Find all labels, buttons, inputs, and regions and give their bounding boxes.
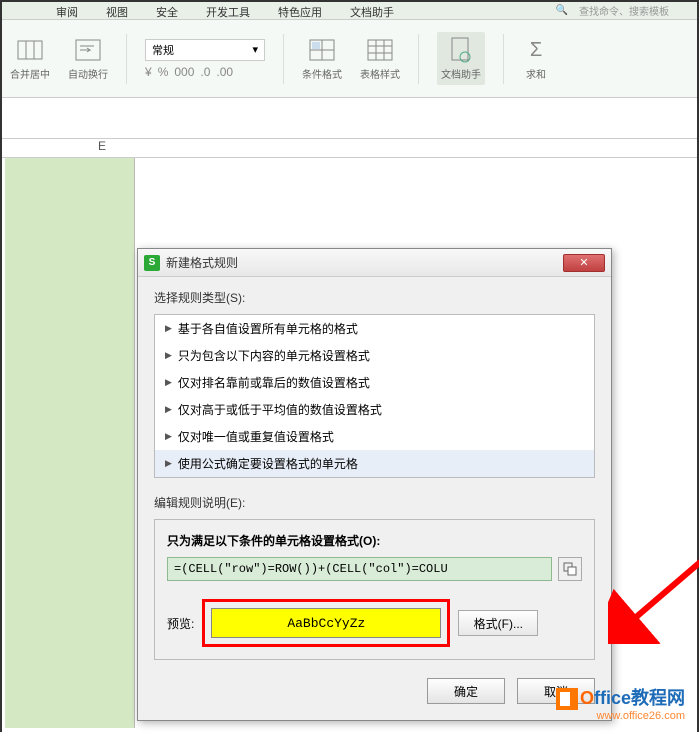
arrow-icon: ▶ — [165, 377, 172, 388]
separator — [126, 34, 127, 84]
preview-row: 预览: AaBbCcYyZz 格式(F)... — [167, 599, 582, 647]
tab-security[interactable]: 安全 — [152, 2, 182, 19]
search-icon: 🔍 — [552, 3, 572, 18]
percent-icon[interactable]: % — [158, 65, 169, 79]
number-format-group: 常规 ▾ ¥ % 000 .0 .00 — [145, 39, 265, 79]
tab-view[interactable]: 视图 — [102, 2, 132, 19]
rule-item-4[interactable]: ▶仅对唯一值或重复值设置格式 — [155, 423, 594, 450]
dialog-body: 选择规则类型(S): ▶基于各自值设置所有单元格的格式 ▶只为包含以下内容的单元… — [138, 277, 611, 720]
annotation-arrow — [608, 494, 699, 644]
watermark-brand: Office教程网 — [556, 684, 685, 710]
ribbon: 合并居中 自动换行 常规 ▾ ¥ % 000 .0 .00 条件格式 表格样式 — [2, 20, 697, 98]
currency-icon[interactable]: ¥ — [145, 65, 152, 79]
chevron-down-icon: ▾ — [252, 43, 258, 56]
thousands-icon[interactable]: 000 — [174, 65, 194, 79]
table-style-icon — [366, 36, 394, 64]
arrow-icon: ▶ — [165, 323, 172, 334]
arrow-icon: ▶ — [165, 431, 172, 442]
preview-highlight: AaBbCcYyZz — [202, 599, 450, 647]
app-icon: S — [144, 255, 160, 271]
watermark-icon — [556, 688, 578, 710]
sum-button[interactable]: Σ 求和 — [522, 36, 550, 81]
dialog-title: 新建格式规则 — [166, 254, 563, 271]
rule-item-0[interactable]: ▶基于各自值设置所有单元格的格式 — [155, 315, 594, 342]
range-icon — [563, 562, 577, 576]
format-icons: ¥ % 000 .0 .00 — [145, 65, 265, 79]
sum-icon: Σ — [522, 36, 550, 64]
table-style-button[interactable]: 表格样式 — [360, 36, 400, 81]
arrow-icon: ▶ — [165, 350, 172, 361]
separator — [418, 34, 419, 84]
rule-type-label: 选择规则类型(S): — [154, 289, 595, 306]
merge-button[interactable]: 合并居中 — [10, 36, 50, 81]
separator — [503, 34, 504, 84]
formula-row — [167, 557, 582, 581]
close-button[interactable]: ✕ — [563, 254, 605, 272]
arrow-icon: ▶ — [165, 404, 172, 415]
watermark-url: www.office26.com — [556, 710, 685, 722]
doc-helper-icon — [447, 36, 475, 64]
cond-format-button[interactable]: 条件格式 — [302, 36, 342, 81]
rule-item-2[interactable]: ▶仅对排名靠前或靠后的数值设置格式 — [155, 369, 594, 396]
dialog-buttons: 确定 取消 — [154, 678, 595, 704]
rule-type-list: ▶基于各自值设置所有单元格的格式 ▶只为包含以下内容的单元格设置格式 ▶仅对排名… — [154, 314, 595, 478]
formula-input[interactable] — [167, 557, 552, 581]
preview-label: 预览: — [167, 615, 194, 632]
tab-doc-helper[interactable]: 文档助手 — [346, 2, 398, 19]
wrap-icon — [74, 36, 102, 64]
wrap-button[interactable]: 自动换行 — [68, 36, 108, 81]
format-button[interactable]: 格式(F)... — [458, 610, 538, 636]
highlighted-cells — [5, 158, 135, 728]
dialog-titlebar[interactable]: S 新建格式规则 ✕ — [138, 249, 611, 277]
ok-button[interactable]: 确定 — [427, 678, 505, 704]
range-select-button[interactable] — [558, 557, 582, 581]
preview-sample: AaBbCcYyZz — [211, 608, 441, 638]
tab-review[interactable]: 审阅 — [52, 2, 82, 19]
dec-dec-icon[interactable]: .00 — [216, 65, 233, 79]
column-header: E — [2, 138, 697, 158]
edit-rule-section: 编辑规则说明(E): 只为满足以下条件的单元格设置格式(O): 预览: AaBb… — [154, 494, 595, 660]
rule-item-3[interactable]: ▶仅对高于或低于平均值的数值设置格式 — [155, 396, 594, 423]
tab-dev[interactable]: 开发工具 — [202, 2, 254, 19]
tab-special[interactable]: 特色应用 — [274, 2, 326, 19]
watermark: Office教程网 www.office26.com — [556, 684, 685, 722]
sheet-area[interactable]: E S 新建格式规则 ✕ 选择规则类型(S): ▶基于各自值设置所有单元格的格式… — [2, 98, 697, 732]
cond-format-icon — [308, 36, 336, 64]
dec-inc-icon[interactable]: .0 — [200, 65, 210, 79]
doc-helper-button[interactable]: 文档助手 — [437, 32, 485, 85]
menu-tabs: 审阅 视图 安全 开发工具 特色应用 文档助手 🔍 查找命令、搜索模板 — [2, 2, 697, 20]
format-box: 只为满足以下条件的单元格设置格式(O): 预览: AaBbCcYyZz 格式(F… — [154, 519, 595, 660]
separator — [283, 34, 284, 84]
rule-item-1[interactable]: ▶只为包含以下内容的单元格设置格式 — [155, 342, 594, 369]
new-format-rule-dialog: S 新建格式规则 ✕ 选择规则类型(S): ▶基于各自值设置所有单元格的格式 ▶… — [137, 248, 612, 721]
search-text: 查找命令、搜索模板 — [575, 1, 673, 20]
arrow-icon: ▶ — [165, 458, 172, 469]
search-hint[interactable]: 🔍 查找命令、搜索模板 — [548, 2, 677, 19]
merge-icon — [16, 36, 44, 64]
col-e[interactable]: E — [52, 139, 152, 153]
format-for-label: 只为满足以下条件的单元格设置格式(O): — [167, 532, 582, 549]
edit-rule-label: 编辑规则说明(E): — [154, 494, 595, 511]
number-format-select[interactable]: 常规 ▾ — [145, 39, 265, 61]
rule-item-5[interactable]: ▶使用公式确定要设置格式的单元格 — [155, 450, 594, 477]
